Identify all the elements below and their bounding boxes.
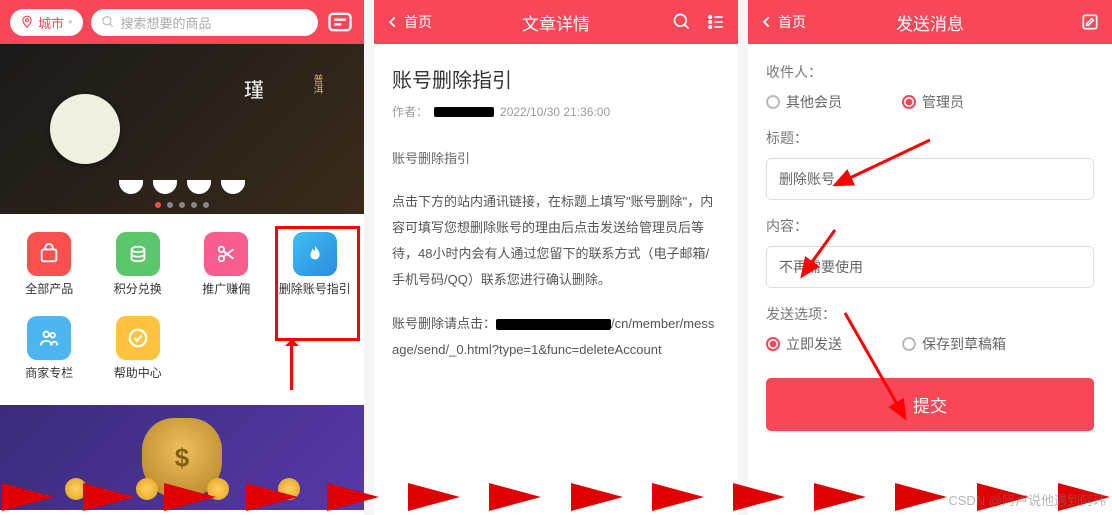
article-datetime: 2022/10/30 21:36:00	[500, 105, 610, 119]
chevron-left-icon	[386, 15, 400, 29]
send-option-radios: 立即发送 保存到草稿箱	[766, 334, 1094, 354]
grid-label: 全部产品	[25, 282, 73, 298]
article-paragraph: 点击下方的站内通讯链接，在标题上填写"账号删除"，内容可填写您想删除账号的理由后…	[392, 189, 720, 293]
annotation-highlight-box	[275, 226, 360, 341]
article-body: 账号删除指引 作者： 2022/10/30 21:36:00 账号删除指引 点击…	[374, 44, 738, 383]
article-header: 首页 文章详情	[374, 0, 738, 44]
grid-item-points[interactable]: 积分兑换	[97, 226, 180, 304]
recipient-radios: 其他会员 管理员	[766, 92, 1094, 112]
location-label: 城市	[38, 13, 64, 32]
annotation-arrow	[840, 308, 920, 428]
grid-item-help[interactable]: 帮助中心	[97, 310, 180, 388]
radio-admin[interactable]: 管理员	[902, 92, 964, 112]
screen-home: 城市 ▾ 搜索想要的商品 瑾 普洱 全部产品	[0, 0, 364, 515]
grid-item-merchant[interactable]: 商家专栏	[8, 310, 91, 388]
list-icon[interactable]	[706, 12, 726, 32]
grid-label: 帮助中心	[114, 366, 162, 382]
grid-label: 商家专栏	[25, 366, 73, 382]
article-link-line: 账号删除请点击：/cn/member/message/send/_0.html?…	[392, 311, 720, 363]
send-header: 首页 发送消息	[748, 0, 1112, 44]
radio-icon	[902, 95, 916, 109]
author-prefix: 作者：	[392, 103, 428, 120]
grid-label: 积分兑换	[114, 282, 162, 298]
annotation-arrow	[290, 340, 293, 390]
header-title: 文章详情	[522, 10, 590, 35]
promo-banner[interactable]	[0, 405, 364, 510]
banner-text: 普洱	[308, 74, 324, 94]
location-button[interactable]: 城市 ▾	[10, 9, 83, 36]
check-icon	[116, 316, 160, 360]
search-icon[interactable]	[672, 12, 692, 32]
radio-icon	[766, 337, 780, 351]
message-icon[interactable]	[326, 8, 354, 36]
search-placeholder: 搜索想要的商品	[121, 13, 212, 32]
search-input[interactable]: 搜索想要的商品	[91, 9, 318, 36]
article-subheading: 账号删除指引	[392, 148, 720, 167]
back-label: 首页	[778, 12, 806, 32]
author-redacted	[434, 107, 494, 117]
grid-item-all-products[interactable]: 全部产品	[8, 226, 91, 304]
back-label: 首页	[404, 12, 432, 32]
annotation-arrow	[790, 228, 850, 283]
banner-cups	[119, 180, 245, 194]
search-icon	[101, 15, 115, 29]
radio-send-now[interactable]: 立即发送	[766, 334, 842, 354]
back-button[interactable]: 首页	[386, 12, 432, 32]
scissors-icon	[204, 232, 248, 276]
compose-icon[interactable]	[1080, 12, 1100, 32]
home-header: 城市 ▾ 搜索想要的商品	[0, 0, 364, 44]
grid-label: 推广赚佣	[202, 282, 250, 298]
grid-item-promote[interactable]: 推广赚佣	[185, 226, 268, 304]
submit-button[interactable]: 提交	[766, 378, 1094, 431]
coins-icon	[116, 232, 160, 276]
annotation-arrow	[820, 135, 940, 195]
banner-product-image	[50, 94, 120, 164]
location-icon	[20, 15, 34, 29]
home-banner[interactable]: 瑾 普洱	[0, 44, 364, 214]
article-title: 账号删除指引	[392, 64, 720, 93]
screen-article: 首页 文章详情 账号删除指引 作者： 2022/10/30 21:36:00 账…	[374, 0, 738, 515]
banner-title: 瑾	[244, 74, 264, 103]
watermark: CSDN @阿卢说他遇到阿玮	[948, 490, 1106, 509]
chevron-down-icon: ▾	[68, 17, 73, 28]
header-title: 发送消息	[896, 10, 964, 35]
radio-icon	[766, 95, 780, 109]
recipient-label: 收件人：	[766, 62, 1094, 82]
bag-icon	[27, 232, 71, 276]
carousel-dots[interactable]	[155, 202, 209, 208]
back-button[interactable]: 首页	[760, 12, 806, 32]
article-meta: 作者： 2022/10/30 21:36:00	[392, 103, 720, 120]
link-redacted	[496, 319, 611, 330]
link-prefix: 账号删除请点击：	[392, 316, 496, 331]
send-options-label: 发送选项：	[766, 304, 1094, 324]
chevron-left-icon	[760, 15, 774, 29]
people-icon	[27, 316, 71, 360]
radio-other-member[interactable]: 其他会员	[766, 92, 842, 112]
